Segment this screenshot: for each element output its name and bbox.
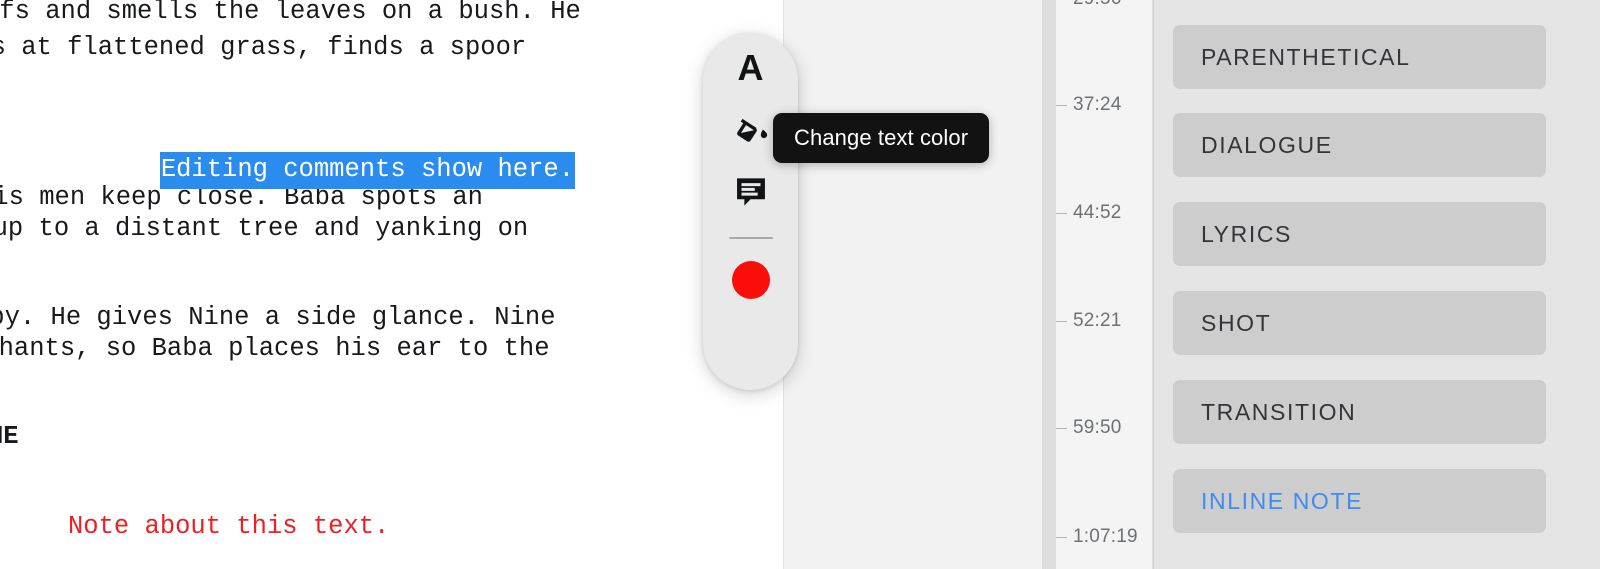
element-type-label: SHOT (1201, 309, 1272, 336)
timecode-marker[interactable]: 52:21 (1056, 310, 1153, 332)
timecode-tick-icon (1056, 427, 1067, 429)
script-line[interactable]: rby. He gives Nine a side glance. Nine (0, 302, 556, 333)
timecode-label: 44:52 (1073, 202, 1122, 223)
script-gutter-pane (783, 0, 1042, 569)
script-line[interactable]: ephants, so Baba places his ear to the (0, 333, 550, 364)
screenplay-editor-window: ffs and smells the leaves on a bush. He c… (0, 0, 1600, 569)
element-type-button[interactable]: PARENTHETICAL (1173, 25, 1546, 89)
timecode-ruler[interactable]: 29:56 37:24 44:52 52:21 59:50 1:07:19 (1056, 0, 1153, 569)
tooltip: Change text color (773, 113, 990, 163)
script-line[interactable]: NE (0, 421, 19, 452)
element-type-label: LYRICS (1201, 220, 1292, 247)
highlighted-script-line[interactable]: Editing comments show here. (68, 123, 575, 216)
element-type-button[interactable]: DIALOGUE (1173, 113, 1546, 177)
element-type-panel: PARENTHETICAL DIALOGUE LYRICS SHOT TRANSITIO… (1153, 0, 1600, 569)
letter-a-icon: A (737, 47, 764, 88)
paint-bucket-icon (736, 118, 767, 142)
timecode-tick-icon (1056, 212, 1067, 214)
element-type-button[interactable]: LYRICS (1173, 202, 1546, 266)
red-color-circle-icon (731, 261, 770, 299)
toolbar-divider (728, 237, 773, 239)
timecode-marker[interactable]: 59:50 (1056, 417, 1153, 439)
color-swatch-red[interactable] (720, 249, 782, 311)
timecode-tick-icon (1056, 536, 1067, 538)
timecode-marker[interactable]: 29:56 (1056, 0, 1153, 10)
timecode-tick-icon (1056, 320, 1067, 322)
timecode-marker[interactable]: 37:24 (1056, 94, 1153, 116)
script-line[interactable]: ffs and smells the leaves on a bush. He (0, 0, 581, 27)
comment-button[interactable] (720, 161, 782, 223)
tooltip-label: Change text color (794, 125, 969, 150)
element-type-button[interactable]: INLINE NOTE (1173, 469, 1546, 533)
element-type-button[interactable]: SHOT (1173, 291, 1546, 355)
timecode-tick-icon (1056, 104, 1067, 106)
element-type-button[interactable]: TRANSITION (1173, 380, 1546, 444)
timecode-marker[interactable]: 1:07:19 (1056, 526, 1153, 548)
timecode-label: 59:50 (1073, 417, 1122, 438)
comment-icon (736, 178, 765, 206)
timecode-label: 52:21 (1073, 310, 1122, 331)
text-style-button[interactable]: A (720, 37, 782, 99)
script-line[interactable]: ces at flattened grass, finds a spoor (0, 32, 526, 63)
selected-text-highlight[interactable]: Editing comments show here. (159, 152, 575, 189)
script-line[interactable]: g up to a distant tree and yanking on (0, 213, 528, 244)
vertical-scrollbar[interactable] (1042, 0, 1056, 569)
timecode-label: 1:07:19 (1073, 526, 1138, 547)
element-type-label: PARENTHETICAL (1201, 43, 1411, 70)
element-type-label: INLINE NOTE (1201, 487, 1364, 514)
element-type-label: TRANSITION (1201, 398, 1357, 425)
floating-format-toolbar: A (703, 33, 798, 390)
timecode-label: 29:56 (1073, 0, 1122, 10)
timecode-marker[interactable]: 44:52 (1056, 202, 1153, 224)
timecode-label: 37:24 (1073, 94, 1122, 115)
script-line[interactable]: Note about this text. (68, 511, 389, 542)
element-type-label: DIALOGUE (1201, 131, 1333, 158)
script-document-pane[interactable]: ffs and smells the leaves on a bush. He c… (0, 0, 783, 569)
